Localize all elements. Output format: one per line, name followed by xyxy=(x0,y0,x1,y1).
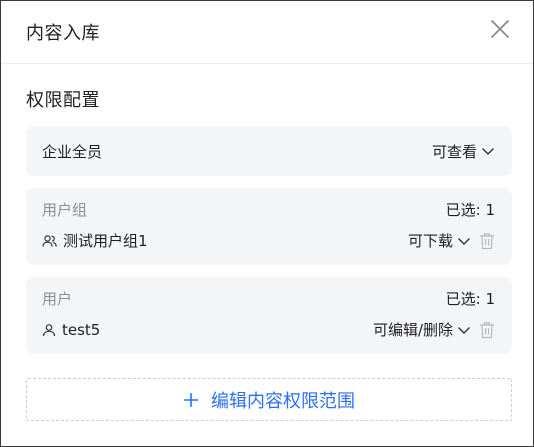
user-group-icon xyxy=(42,234,57,247)
users-card: 用户 已选: 1 test5 可编辑/删除 xyxy=(26,277,512,354)
list-item: 测试用户组1 可下载 xyxy=(42,230,495,251)
list-item: test5 可编辑/删除 xyxy=(42,319,495,340)
all-members-card: 企业全员 可查看 xyxy=(26,126,512,176)
permission-value: 可编辑/删除 xyxy=(372,321,453,339)
user-group-name: 测试用户组1 xyxy=(63,232,148,250)
all-members-label: 企业全员 xyxy=(42,142,103,161)
user-name: test5 xyxy=(62,320,101,339)
user-permission-dropdown[interactable]: 可编辑/删除 xyxy=(373,319,471,340)
user-group-permission-dropdown[interactable]: 可下载 xyxy=(408,230,471,251)
user-groups-card: 用户组 已选: 1 测试用户组1 可下载 xyxy=(26,188,512,265)
chevron-down-icon xyxy=(458,326,470,334)
content-import-dialog: 内容入库 权限配置 企业全员 可查看 用户组 已选: 1 测试用户组1 可下载 … xyxy=(0,0,534,447)
close-button[interactable] xyxy=(489,18,511,40)
dialog-header: 内容入库 xyxy=(1,1,533,64)
permission-value: 可下载 xyxy=(407,232,453,250)
section-title-permissions: 权限配置 xyxy=(26,90,100,111)
dialog-title: 内容入库 xyxy=(26,23,100,44)
user-icon xyxy=(42,323,56,336)
all-members-permission-dropdown[interactable]: 可查看 xyxy=(432,141,495,162)
users-selected-count: 已选: 1 xyxy=(445,290,495,308)
trash-icon[interactable] xyxy=(479,321,495,339)
chevron-down-icon xyxy=(458,237,470,245)
dialog-body: 权限配置 企业全员 可查看 用户组 已选: 1 测试用户组1 可下载 用户 已选… xyxy=(1,64,533,354)
trash-icon[interactable] xyxy=(479,232,495,250)
permission-value: 可查看 xyxy=(431,142,477,161)
close-icon xyxy=(491,20,509,38)
plus-icon xyxy=(184,392,198,407)
edit-permission-scope-button[interactable]: 编辑内容权限范围 xyxy=(26,378,512,421)
user-groups-selected-count: 已选: 1 xyxy=(445,201,495,219)
edit-permission-scope-label: 编辑内容权限范围 xyxy=(211,390,355,412)
user-groups-label: 用户组 xyxy=(42,201,88,219)
users-label: 用户 xyxy=(42,290,73,308)
chevron-down-icon xyxy=(482,148,494,155)
